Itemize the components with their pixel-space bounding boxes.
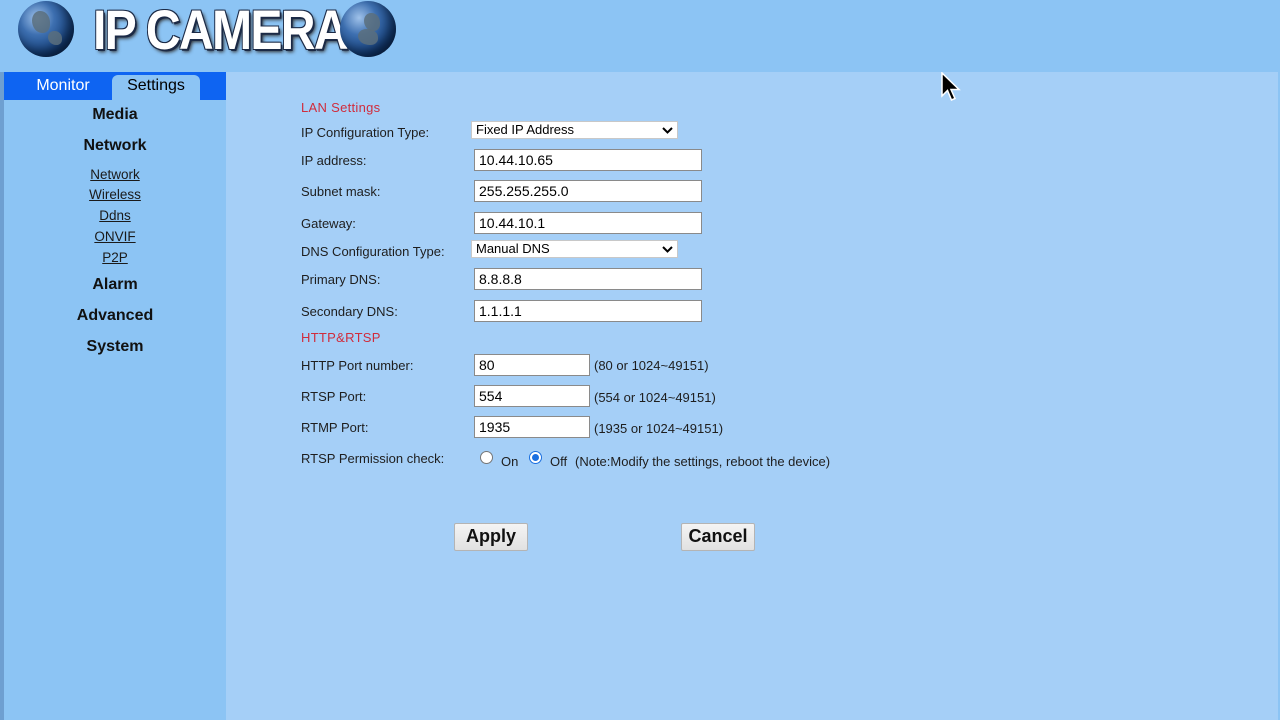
http-port-label: HTTP Port number: <box>301 358 414 373</box>
settings-panel: LAN Settings IP Configuration Type: Fixe… <box>226 72 1278 720</box>
chevron-down-icon <box>662 246 673 253</box>
globe-logo-right-icon <box>340 1 396 57</box>
sidebar-subitem-onvif[interactable]: ONVIF <box>4 229 226 244</box>
cancel-button[interactable]: Cancel <box>681 523 755 551</box>
rtsp-port-input[interactable] <box>474 385 590 407</box>
gateway-input[interactable] <box>474 212 702 234</box>
rtmp-port-input[interactable] <box>474 416 590 438</box>
sidebar-subitem-p2p[interactable]: P2P <box>4 250 226 265</box>
http-port-input[interactable] <box>474 354 590 376</box>
apply-button[interactable]: Apply <box>454 523 528 551</box>
logo-text: IP CAMERA <box>93 0 349 61</box>
subnet-mask-input[interactable] <box>474 180 702 202</box>
primary-dns-label: Primary DNS: <box>301 272 381 287</box>
secondary-dns-label: Secondary DNS: <box>301 304 398 319</box>
http-rtsp-title: HTTP&RTSP <box>301 330 381 345</box>
rtsp-port-hint: (554 or 1024~49151) <box>594 390 716 405</box>
tab-bar: Monitor Settings <box>4 72 226 100</box>
sidebar-subitem-ddns[interactable]: Ddns <box>4 208 226 223</box>
secondary-dns-input[interactable] <box>474 300 702 322</box>
subnet-mask-label: Subnet mask: <box>301 184 381 199</box>
sidebar-item-alarm[interactable]: Alarm <box>4 276 226 294</box>
sidebar-item-system[interactable]: System <box>4 338 226 356</box>
ip-address-input[interactable] <box>474 149 702 171</box>
sidebar-subitem-network[interactable]: Network <box>4 167 226 182</box>
rtsp-permission-on-radio[interactable] <box>480 451 493 464</box>
tab-settings[interactable]: Settings <box>112 75 200 100</box>
sidebar-item-network[interactable]: Network <box>4 137 226 155</box>
tab-monitor[interactable]: Monitor <box>18 75 108 100</box>
rtsp-permission-on-label: On <box>501 454 519 469</box>
sidebar-item-media[interactable]: Media <box>4 106 226 124</box>
rtmp-port-label: RTMP Port: <box>301 420 369 435</box>
rtmp-port-hint: (1935 or 1024~49151) <box>594 421 724 436</box>
reboot-note: (Note:Modify the settings, reboot the de… <box>575 454 831 469</box>
sidebar-subitem-wireless[interactable]: Wireless <box>4 187 226 202</box>
chevron-down-icon <box>662 127 673 134</box>
rtsp-permission-label: RTSP Permission check: <box>301 451 445 466</box>
rtsp-port-label: RTSP Port: <box>301 389 367 404</box>
sidebar: Media Network Network Wireless Ddns ONVI… <box>4 100 226 720</box>
primary-dns-input[interactable] <box>474 268 702 290</box>
globe-logo-left-icon <box>18 1 74 57</box>
http-port-hint: (80 or 1024~49151) <box>594 358 709 373</box>
rtsp-permission-off-radio[interactable] <box>529 451 542 464</box>
header-banner: IP CAMERA <box>0 0 1280 72</box>
dns-config-type-label: DNS Configuration Type: <box>301 244 445 259</box>
gateway-label: Gateway: <box>301 216 356 231</box>
ip-config-type-label: IP Configuration Type: <box>301 125 430 140</box>
dns-config-type-select[interactable]: Manual DNS <box>471 240 678 258</box>
ip-address-label: IP address: <box>301 153 367 168</box>
ip-config-type-select[interactable]: Fixed IP Address <box>471 121 678 139</box>
mouse-pointer-icon <box>941 72 961 101</box>
sidebar-item-advanced[interactable]: Advanced <box>4 307 226 325</box>
lan-settings-title: LAN Settings <box>301 100 381 115</box>
rtsp-permission-off-label: Off <box>550 454 568 469</box>
